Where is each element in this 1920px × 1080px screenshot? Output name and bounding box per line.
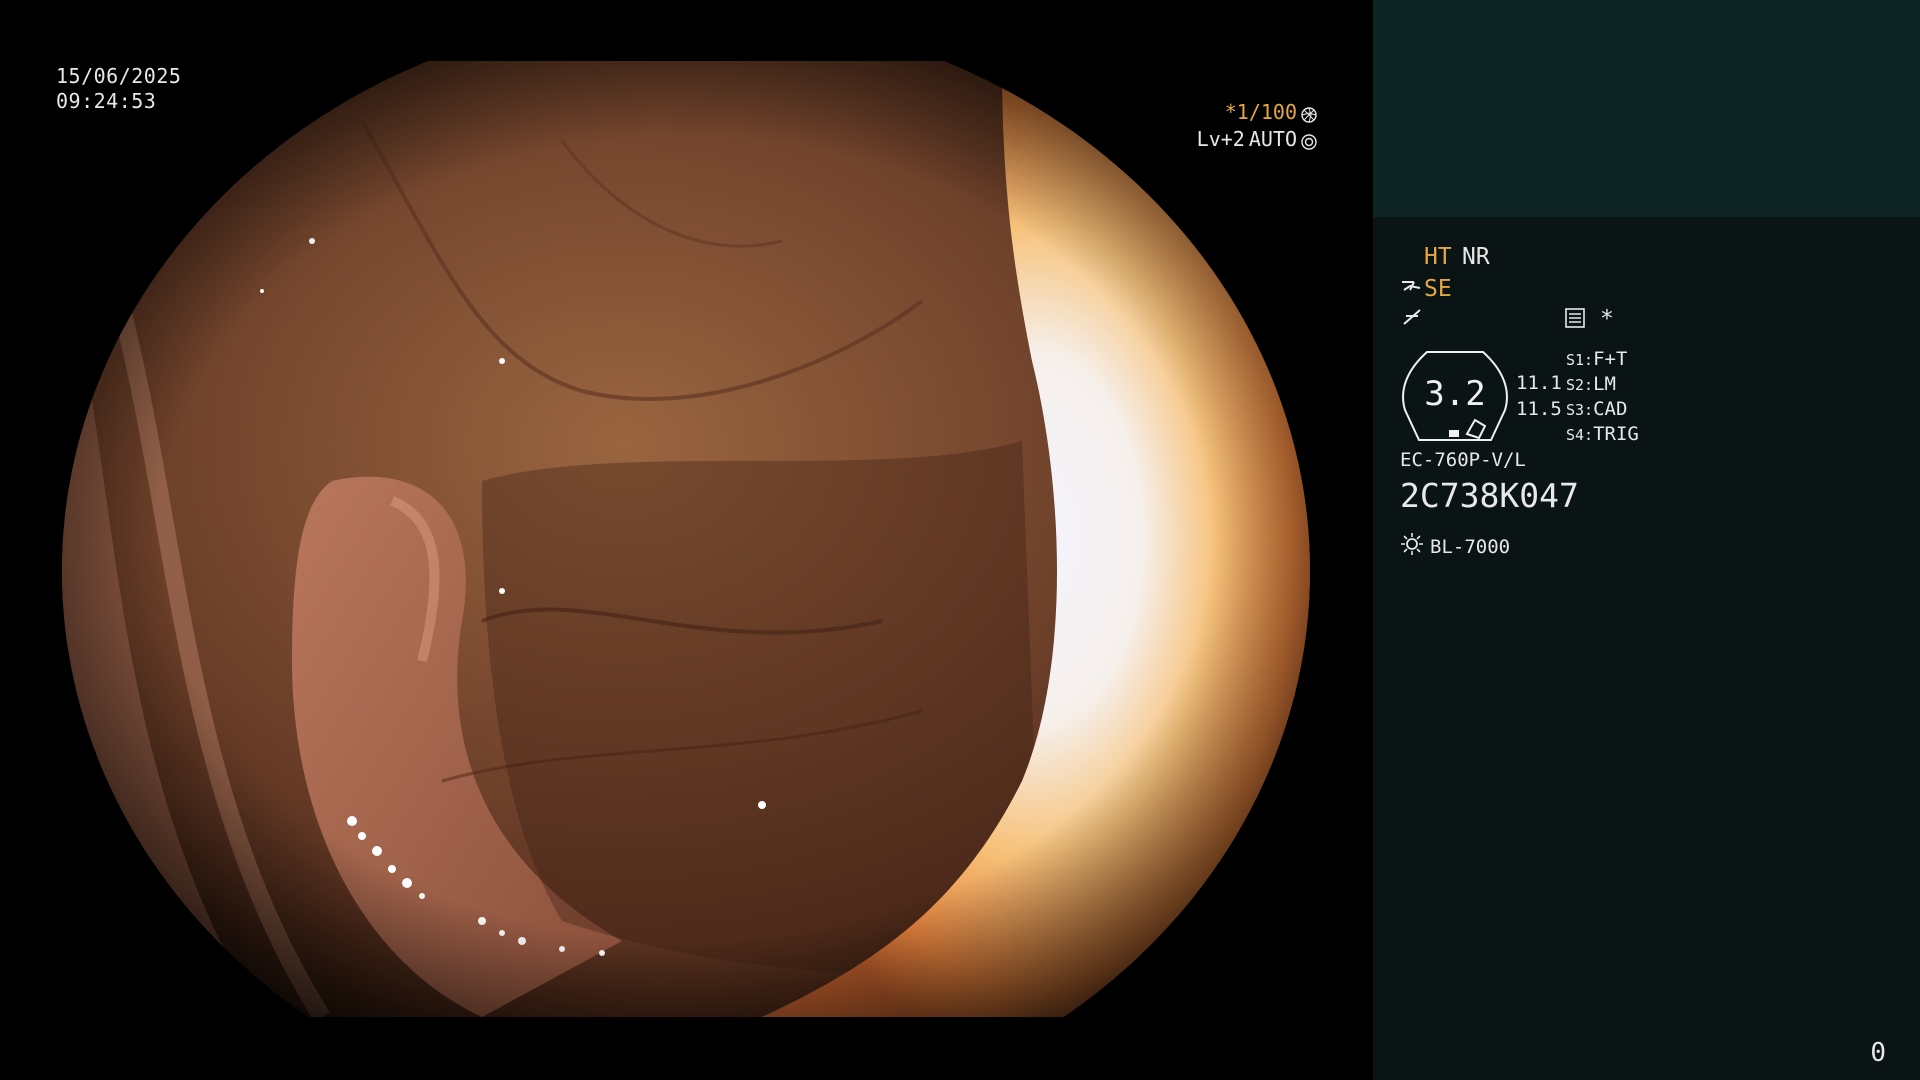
switch-value: F+T (1593, 348, 1628, 370)
switch-value: TRIG (1593, 423, 1639, 445)
se-row: SE (1400, 276, 1452, 302)
switch-s1: S1:F+T (1566, 348, 1627, 370)
scope-tip-icon (1400, 276, 1422, 302)
shutter-value: *1/100 (1224, 100, 1297, 124)
switch-key: S3: (1566, 401, 1594, 419)
structure-enhance-icon (1402, 306, 1422, 334)
endoscope-view: 15/06/2025 09:24:53 *1/100 Lv+2 AUTO (0, 0, 1373, 1080)
switch-s3: S3:CAD (1566, 398, 1627, 420)
switch-value: CAD (1593, 398, 1628, 420)
level-value: Lv+2 (1196, 127, 1245, 151)
time-label: 09:24:53 (56, 89, 157, 113)
light-source-row: BL-7000 (1400, 532, 1510, 561)
switch-s2: S2:LM (1566, 373, 1616, 395)
magnification-value: 3.2 (1424, 374, 1486, 414)
exposure-indicator: Lv+2 AUTO (1197, 127, 1317, 151)
light-source-label: BL-7000 (1430, 535, 1511, 558)
switch-value: LM (1593, 373, 1616, 395)
aperture-icon (1301, 104, 1317, 123)
asterisk-indicator: * (1600, 306, 1614, 332)
endoscopic-image (62, 61, 1310, 1017)
iris-icon (1301, 131, 1317, 150)
ht-label: HT (1424, 244, 1452, 270)
value-upper: 11.1 (1516, 372, 1562, 394)
switch-key: S1: (1566, 351, 1594, 369)
value-lower: 11.5 (1516, 398, 1562, 420)
switch-s4: S4:TRIG (1566, 423, 1639, 445)
date-label: 15/06/2025 (56, 64, 182, 88)
settings-card-icon (1564, 307, 1586, 335)
switch-key: S4: (1566, 426, 1594, 444)
page-number: 0 (1870, 1038, 1886, 1068)
info-panel-header (1373, 0, 1920, 217)
se-label: SE (1424, 276, 1452, 302)
switch-key: S2: (1566, 376, 1594, 394)
nr-label: NR (1462, 244, 1490, 270)
scope-model: EC-760P-V/L (1400, 449, 1526, 471)
shutter-indicator: *1/100 (1225, 100, 1317, 124)
auto-value: AUTO (1248, 127, 1297, 151)
sun-icon (1400, 532, 1424, 561)
scope-serial: 2C738K047 (1400, 476, 1579, 515)
